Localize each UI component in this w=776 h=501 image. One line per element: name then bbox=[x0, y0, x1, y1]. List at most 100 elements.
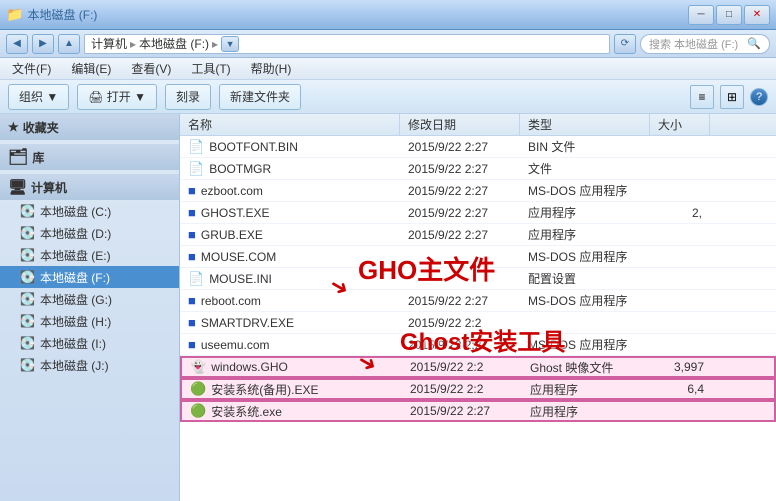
file-size-useemu bbox=[650, 334, 710, 355]
help-button[interactable]: ? bbox=[750, 88, 768, 106]
file-icon-windows-gho: 👻 bbox=[190, 359, 206, 375]
breadcrumb[interactable]: 计算机 ▸ 本地磁盘 (F:) ▸ ▼ bbox=[84, 34, 610, 54]
view-details[interactable]: ⊞ bbox=[720, 85, 744, 109]
file-type-windows-gho: Ghost 映像文件 bbox=[522, 358, 652, 376]
file-row-smartdrv[interactable]: ■ SMARTDRV.EXE 2015/9/22 2:2 bbox=[180, 312, 776, 334]
menu-edit[interactable]: 编辑(E) bbox=[67, 60, 115, 77]
file-type-grub: 应用程序 bbox=[520, 224, 650, 245]
file-type-mouse-ini: 配置设置 bbox=[520, 268, 650, 289]
refresh-button[interactable]: ⟳ bbox=[614, 34, 636, 54]
open-button[interactable]: 🖨 打开 ▼ bbox=[77, 84, 157, 110]
new-folder-button[interactable]: 新建文件夹 bbox=[219, 84, 301, 110]
col-header-name[interactable]: 名称 bbox=[180, 114, 400, 135]
file-row-reboot[interactable]: ■ reboot.com 2015/9/22 2:27 MS-DOS 应用程序 bbox=[180, 290, 776, 312]
window-controls: ─ □ ✕ bbox=[688, 5, 770, 25]
back-button[interactable]: ◀ bbox=[6, 34, 28, 54]
file-date-smartdrv: 2015/9/22 2:2 bbox=[400, 312, 520, 333]
organize-label: 组织 ▼ bbox=[19, 88, 58, 105]
file-name-install-backup: 🟢 安装系统(备用).EXE bbox=[182, 380, 402, 398]
forward-button[interactable]: ▶ bbox=[32, 34, 54, 54]
file-row-install[interactable]: 🟢 安装系统.exe 2015/9/22 2:27 应用程序 bbox=[180, 400, 776, 422]
file-row-grub[interactable]: ■ GRUB.EXE 2015/9/22 2:27 应用程序 bbox=[180, 224, 776, 246]
file-icon-install: 🟢 bbox=[190, 403, 206, 419]
search-icon[interactable]: 🔍 bbox=[747, 37, 761, 50]
file-name-install: 🟢 安装系统.exe bbox=[182, 402, 402, 420]
file-row-mouse-com[interactable]: ■ MOUSE.COM MS-DOS 应用程序 bbox=[180, 246, 776, 268]
col-header-size[interactable]: 大小 bbox=[650, 114, 710, 135]
file-date-bootmgr: 2015/9/22 2:27 bbox=[400, 158, 520, 179]
view-toggle[interactable]: ≡ bbox=[690, 85, 714, 109]
address-bar: ◀ ▶ ▲ 计算机 ▸ 本地磁盘 (F:) ▸ ▼ ⟳ 搜索 本地磁盘 (F:)… bbox=[0, 30, 776, 58]
sidebar-item-h[interactable]: 💽 本地磁盘 (H:) bbox=[0, 310, 179, 332]
col-header-date[interactable]: 修改日期 bbox=[400, 114, 520, 135]
breadcrumb-dropdown[interactable]: ▼ bbox=[221, 36, 239, 52]
burn-button[interactable]: 刻录 bbox=[165, 84, 211, 110]
column-headers: 名称 修改日期 类型 大小 bbox=[180, 114, 776, 136]
file-type-smartdrv bbox=[520, 312, 650, 333]
file-type-reboot: MS-DOS 应用程序 bbox=[520, 290, 650, 311]
toolbar-right: ≡ ⊞ ? bbox=[690, 85, 768, 109]
file-name-useemu: ■ useemu.com bbox=[180, 334, 400, 355]
menu-tools[interactable]: 工具(T) bbox=[187, 60, 234, 77]
file-size-windows-gho: 3,997 bbox=[652, 358, 712, 376]
file-date-useemu: 2015/9/22 2:27 bbox=[400, 334, 520, 355]
file-icon-smartdrv: ■ bbox=[188, 315, 196, 330]
sidebar-item-g[interactable]: 💽 本地磁盘 (G:) bbox=[0, 288, 179, 310]
disk-icon-d: 💽 bbox=[20, 226, 35, 240]
file-row-bootfont[interactable]: 📄 BOOTFONT.BIN 2015/9/22 2:27 BIN 文件 bbox=[180, 136, 776, 158]
search-placeholder: 搜索 本地磁盘 (F:) bbox=[649, 36, 738, 52]
search-box[interactable]: 搜索 本地磁盘 (F:) 🔍 bbox=[640, 34, 770, 54]
file-date-grub: 2015/9/22 2:27 bbox=[400, 224, 520, 245]
file-row-useemu[interactable]: ■ useemu.com 2015/9/22 2:27 MS-DOS 应用程序 bbox=[180, 334, 776, 356]
file-size-ezboot bbox=[650, 180, 710, 201]
file-size-install bbox=[652, 402, 712, 420]
file-date-mouse-com bbox=[400, 246, 520, 267]
col-header-type[interactable]: 类型 bbox=[520, 114, 650, 135]
menu-view[interactable]: 查看(V) bbox=[127, 60, 175, 77]
file-row-ezboot[interactable]: ■ ezboot.com 2015/9/22 2:27 MS-DOS 应用程序 bbox=[180, 180, 776, 202]
disk-icon-c: 💽 bbox=[20, 204, 35, 218]
sidebar-item-f[interactable]: 💽 本地磁盘 (F:) bbox=[0, 266, 179, 288]
file-name-bootfont: 📄 BOOTFONT.BIN bbox=[180, 136, 400, 157]
breadcrumb-computer[interactable]: 计算机 bbox=[91, 35, 127, 52]
file-type-ezboot: MS-DOS 应用程序 bbox=[520, 180, 650, 201]
menu-bar: 文件(F) 编辑(E) 查看(V) 工具(T) 帮助(H) bbox=[0, 58, 776, 80]
file-row-install-backup[interactable]: 🟢 安装系统(备用).EXE 2015/9/22 2:2 应用程序 6,4 bbox=[180, 378, 776, 400]
file-row-ghost-exe[interactable]: ■ GHOST.EXE 2015/9/22 2:27 应用程序 2, bbox=[180, 202, 776, 224]
file-size-smartdrv bbox=[650, 312, 710, 333]
menu-file[interactable]: 文件(F) bbox=[8, 60, 55, 77]
minimize-button[interactable]: ─ bbox=[688, 5, 714, 25]
sidebar-item-d[interactable]: 💽 本地磁盘 (D:) bbox=[0, 222, 179, 244]
file-row-windows-gho[interactable]: 👻 windows.GHO 2015/9/22 2:2 Ghost 映像文件 3… bbox=[180, 356, 776, 378]
sidebar-item-c[interactable]: 💽 本地磁盘 (C:) bbox=[0, 200, 179, 222]
file-size-ghost-exe: 2, bbox=[650, 202, 710, 223]
breadcrumb-sep1: ▸ bbox=[130, 37, 136, 51]
disk-icon-h: 💽 bbox=[20, 314, 35, 328]
sidebar-section-favorites[interactable]: ★ 收藏夹 bbox=[0, 114, 179, 140]
sidebar-item-j[interactable]: 💽 本地磁盘 (J:) bbox=[0, 354, 179, 376]
maximize-button[interactable]: □ bbox=[716, 5, 742, 25]
close-button[interactable]: ✕ bbox=[744, 5, 770, 25]
drive-c-label: 本地磁盘 (C:) bbox=[40, 203, 111, 220]
folder-icon: 📁 bbox=[6, 6, 23, 23]
sidebar-section-libraries[interactable]: 🗂 库 bbox=[0, 144, 179, 170]
file-type-bootfont: BIN 文件 bbox=[520, 136, 650, 157]
up-button[interactable]: ▲ bbox=[58, 34, 80, 54]
file-name-grub: ■ GRUB.EXE bbox=[180, 224, 400, 245]
file-icon-mouse-com: ■ bbox=[188, 249, 196, 264]
disk-icon-g: 💽 bbox=[20, 292, 35, 306]
menu-help[interactable]: 帮助(H) bbox=[247, 60, 296, 77]
file-row-mouse-ini[interactable]: 📄 MOUSE.INI 配置设置 bbox=[180, 268, 776, 290]
sidebar-item-e[interactable]: 💽 本地磁盘 (E:) bbox=[0, 244, 179, 266]
file-row-bootmgr[interactable]: 📄 BOOTMGR 2015/9/22 2:27 文件 bbox=[180, 158, 776, 180]
file-icon-bootmgr: 📄 bbox=[188, 161, 204, 177]
file-name-ghost-exe: ■ GHOST.EXE bbox=[180, 202, 400, 223]
breadcrumb-drive[interactable]: 本地磁盘 (F:) bbox=[139, 35, 209, 52]
file-date-ezboot: 2015/9/22 2:27 bbox=[400, 180, 520, 201]
file-date-reboot: 2015/9/22 2:27 bbox=[400, 290, 520, 311]
sidebar-section-computer[interactable]: 🖥 计算机 bbox=[0, 174, 179, 200]
sidebar-item-i[interactable]: 💽 本地磁盘 (I:) bbox=[0, 332, 179, 354]
organize-button[interactable]: 组织 ▼ bbox=[8, 84, 69, 110]
computer-label: 计算机 bbox=[31, 179, 67, 196]
file-icon-ghost-exe: ■ bbox=[188, 205, 196, 220]
